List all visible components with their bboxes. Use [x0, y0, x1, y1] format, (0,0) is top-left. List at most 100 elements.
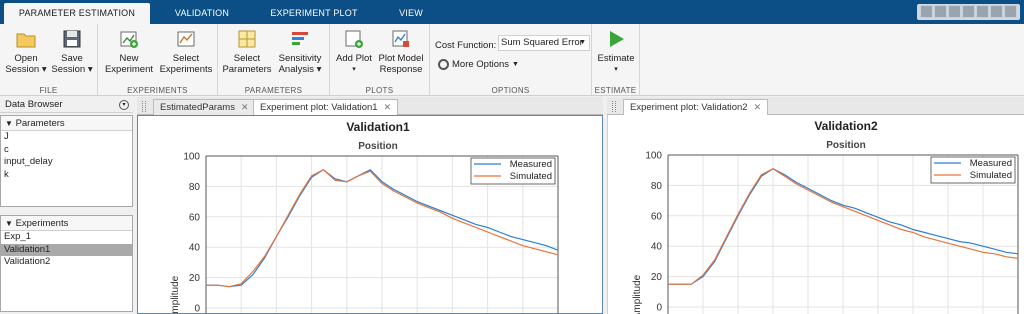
response-label: Response	[379, 64, 423, 75]
analysis-label: Analysis ▾	[278, 64, 322, 75]
tab-experiment-plot[interactable]: EXPERIMENT PLOT	[264, 3, 364, 24]
grid-icon	[238, 30, 256, 48]
paste-icon[interactable]	[962, 5, 975, 18]
experiments-title: Experiments	[15, 218, 69, 229]
close-icon[interactable]: ✕	[241, 102, 249, 112]
tab-label: Experiment plot: Validation1	[260, 102, 378, 113]
options-section-label: OPTIONS	[491, 86, 530, 95]
cost-function-select[interactable]: Sum Squared Error ▼	[498, 35, 590, 51]
help-icon[interactable]	[1004, 5, 1017, 18]
y-tick-label: 0	[194, 304, 200, 314]
chart-title: Validation2	[814, 119, 878, 133]
play-icon	[610, 31, 624, 47]
redo-icon[interactable]	[990, 5, 1003, 18]
panel-menu-icon[interactable]: ▾	[119, 100, 129, 110]
data-browser: Data Browser ▾ ▼ Parameters J c input_de…	[0, 97, 133, 314]
chart-subtitle: Position	[358, 141, 397, 152]
list-item[interactable]: k	[1, 169, 132, 182]
collapse-arrow-icon: ▼	[5, 219, 13, 228]
folder-icon	[16, 33, 36, 48]
y-tick-label: 60	[189, 212, 201, 223]
more-options-button[interactable]: More Options ▼	[438, 59, 519, 70]
sensitivity-label: Sensitivity	[278, 53, 322, 64]
y-tick-label: 60	[651, 211, 663, 222]
estimate-button[interactable]: Estimate ▾	[594, 28, 638, 75]
save-label: Save	[61, 53, 83, 64]
parameters-list: ▼ Parameters J c input_delay k	[0, 115, 133, 207]
right-plot-pane: Validation2 Position 0 20 40 60 80 100 Amplitude…	[607, 115, 1024, 314]
estimate-section-label: ESTIMATE	[594, 86, 637, 95]
tab-experiment-plot-validation1[interactable]: Experiment plot: Validation1 ✕	[253, 99, 399, 115]
y-tick-label: 100	[645, 151, 662, 162]
list-item[interactable]: Exp_1	[1, 231, 132, 244]
validation2-chart[interactable]: Validation2 Position 0 20 40 60 80 100 Amplitude…	[608, 115, 1024, 314]
undo-icon[interactable]	[976, 5, 989, 18]
list-item[interactable]: J	[1, 131, 132, 144]
y-tick-label: 80	[189, 182, 201, 193]
parameters-header[interactable]: ▼ Parameters	[1, 116, 132, 131]
close-icon[interactable]: ✕	[384, 102, 392, 112]
chart-subtitle: Position	[826, 140, 865, 151]
estimate-section: Estimate ▾ ESTIMATE	[592, 24, 640, 96]
copy-icon[interactable]	[948, 5, 961, 18]
cut-icon[interactable]	[934, 5, 947, 18]
open-session-button[interactable]: Open Session ▾	[4, 28, 48, 75]
experiment-label: Experiment	[104, 64, 154, 75]
new-experiment-button[interactable]: New Experiment	[102, 28, 156, 75]
session-label: Session ▾	[5, 64, 47, 75]
y-axis-label: Amplitude	[170, 275, 181, 313]
list-item[interactable]: Validation2	[1, 256, 132, 269]
chart-title: Validation1	[346, 120, 410, 134]
ribbon-tab-bar: PARAMETER ESTIMATION VALIDATION EXPERIME…	[0, 0, 1024, 24]
plot-model-label: Plot Model	[378, 53, 424, 64]
parameters-section-label: PARAMETERS	[244, 86, 303, 95]
experiments-header[interactable]: ▼ Experiments	[1, 216, 132, 231]
open-label: Open	[14, 53, 38, 64]
dropdown-arrow-icon: ▾	[352, 66, 356, 73]
file-section: Open Session ▾ Save Session ▾ FILE	[0, 24, 98, 96]
chevron-down-icon: ▼	[512, 61, 519, 68]
validation1-chart[interactable]: Validation1 Position 0 20 40 60 80 100 Amplitude…	[138, 116, 602, 314]
plots-section-label: PLOTS	[365, 86, 394, 95]
select-label: Select	[233, 53, 261, 64]
tab-experiment-plot-validation2[interactable]: Experiment plot: Validation2 ✕	[623, 99, 769, 115]
data-browser-title: Data Browser	[5, 99, 63, 110]
sensitivity-icon	[292, 32, 308, 45]
add-plot-label: Add Plot	[336, 53, 372, 64]
drag-grip-icon[interactable]	[612, 101, 616, 112]
sensitivity-analysis-button[interactable]: Sensitivity Analysis ▾	[274, 28, 326, 75]
save-session-button[interactable]: Save Session ▾	[50, 28, 94, 75]
tab-view[interactable]: VIEW	[386, 3, 436, 24]
list-item[interactable]: input_delay	[1, 156, 132, 169]
chevron-down-icon: ▼	[579, 39, 586, 46]
legend-label: Simulated	[970, 170, 1012, 181]
experiments-section-label: EXPERIMENTS	[127, 86, 188, 95]
new-experiment-icon	[120, 31, 138, 48]
select-experiments-button[interactable]: Select Experiments	[158, 28, 214, 75]
tab-parameter-estimation[interactable]: PARAMETER ESTIMATION	[4, 3, 150, 24]
left-document-tabbar: EstimatedParams ✕ Experiment plot: Valida…	[137, 97, 603, 115]
list-item-selected[interactable]: Validation1	[1, 243, 132, 256]
y-tick-label: 20	[651, 272, 663, 283]
select-parameters-button[interactable]: Select Parameters	[222, 28, 272, 75]
close-icon[interactable]: ✕	[754, 102, 762, 112]
y-tick-label: 0	[656, 303, 662, 314]
plots-section: Add Plot ▾ Plot Model Response PLOTS	[330, 24, 430, 96]
quick-access-toolbar	[917, 4, 1020, 20]
y-tick-label: 100	[183, 152, 200, 163]
plot-response-icon	[392, 30, 409, 47]
tab-validation[interactable]: VALIDATION	[160, 3, 244, 24]
tab-label: EstimatedParams	[160, 102, 235, 113]
save-icon[interactable]	[920, 5, 933, 18]
data-browser-header: Data Browser ▾	[0, 97, 133, 113]
drag-grip-icon[interactable]	[142, 101, 146, 112]
list-item[interactable]: c	[1, 144, 132, 157]
cost-function-value: Sum Squared Error	[501, 37, 583, 48]
plot-model-response-button[interactable]: Plot Model Response	[376, 28, 426, 75]
file-section-label: FILE	[39, 86, 58, 95]
y-tick-label: 40	[189, 243, 201, 254]
tab-estimated-params[interactable]: EstimatedParams ✕	[153, 99, 256, 115]
left-plot-pane: Validation1 Position 0 20 40 60 80 100 Amplitude…	[137, 115, 603, 314]
cost-function-label: Cost Function:	[435, 40, 497, 51]
add-plot-button[interactable]: Add Plot ▾	[334, 28, 374, 75]
